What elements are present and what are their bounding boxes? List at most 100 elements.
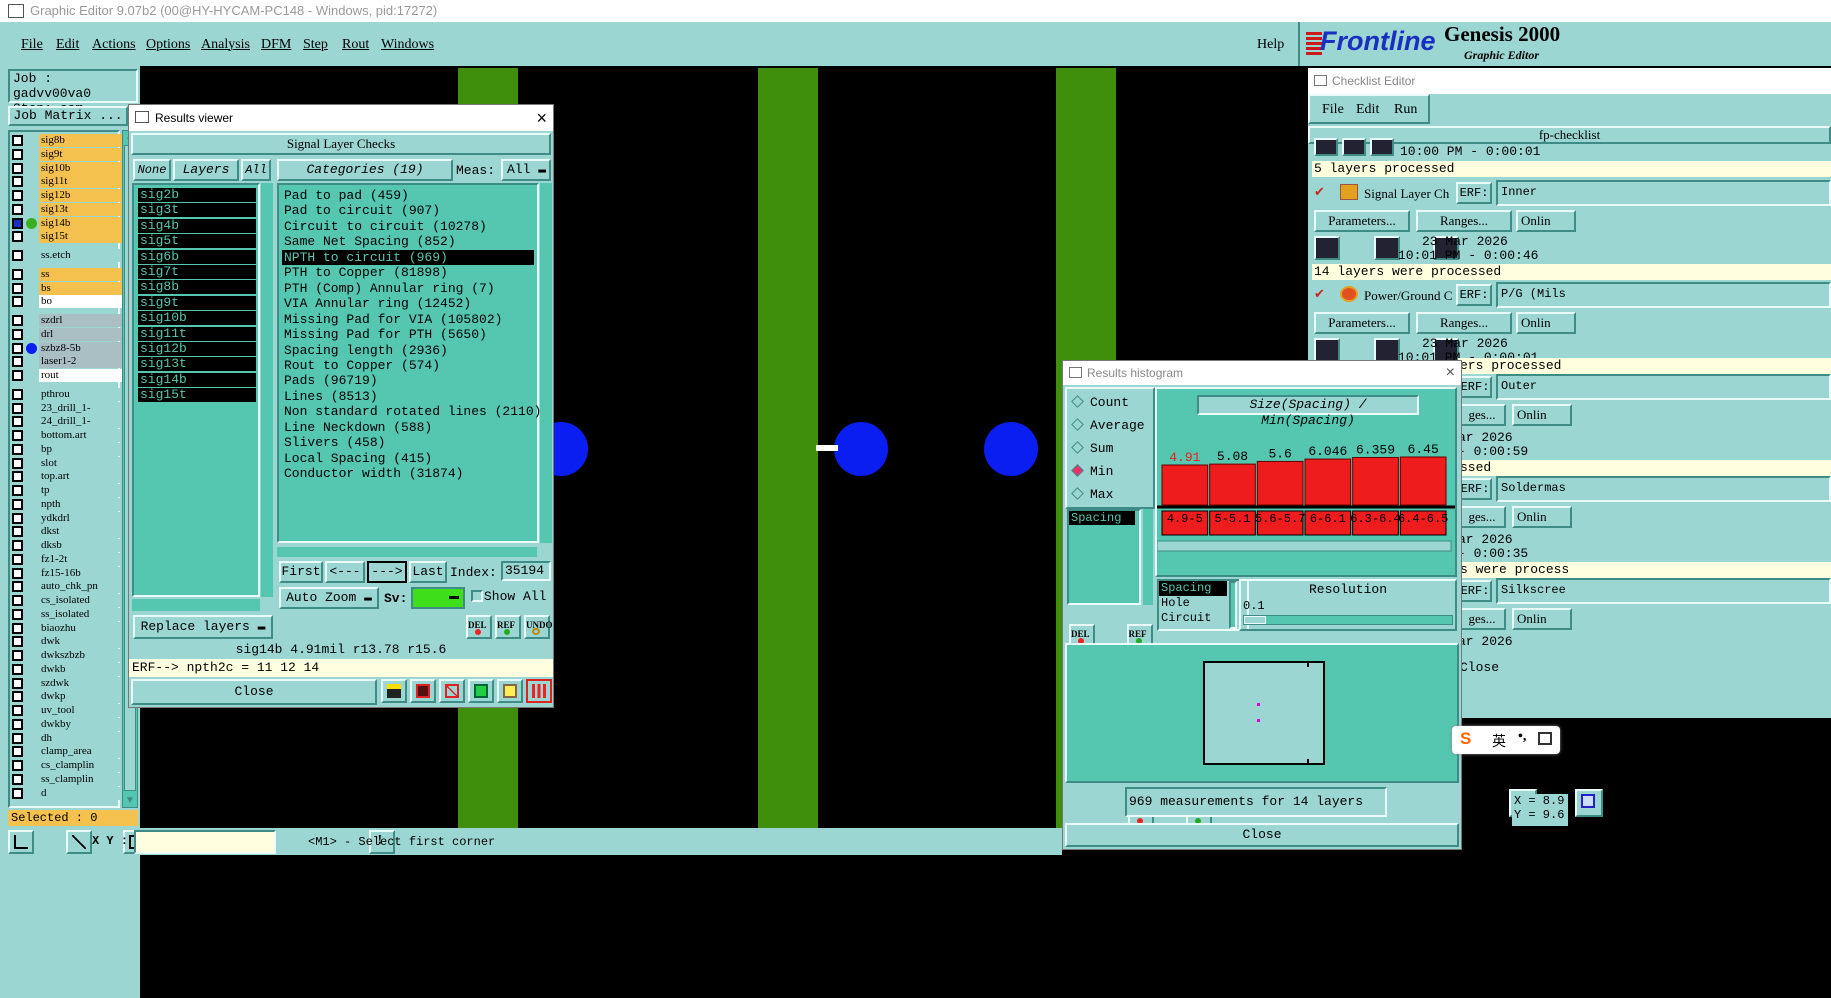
ime-lang[interactable]: 英 — [1492, 731, 1506, 751]
category-item[interactable]: Rout to Copper (574) — [282, 358, 440, 373]
result-layer-item[interactable]: sig12b — [138, 342, 256, 356]
layer-checkbox[interactable] — [12, 595, 23, 606]
result-layer-item[interactable]: sig2b — [138, 188, 256, 202]
result-layer-item[interactable]: sig7t — [138, 265, 256, 279]
layer-checkbox[interactable] — [12, 416, 23, 428]
clear-icon[interactable] — [439, 679, 465, 703]
report-icon[interactable] — [468, 679, 494, 703]
category-scrollbar[interactable] — [540, 183, 552, 543]
layer-checkbox[interactable] — [12, 217, 23, 229]
result-layer-item[interactable]: sig3t — [138, 203, 256, 218]
layer-checkbox[interactable] — [12, 370, 23, 381]
menu-file[interactable]: File — [21, 37, 43, 53]
close-icon[interactable]: × — [1446, 361, 1455, 385]
layer-checkbox[interactable] — [12, 608, 23, 620]
del-button[interactable]: DEL — [466, 615, 492, 639]
result-layer-item[interactable]: sig13t — [138, 357, 256, 372]
sv-color-select[interactable]: ▬ — [411, 587, 465, 609]
layer-checkbox[interactable] — [12, 430, 23, 441]
result-layer-item[interactable]: sig10b — [138, 311, 256, 326]
mode-radio-sum[interactable]: Sum — [1071, 441, 1113, 459]
category-item[interactable]: Circuit to circuit (10278) — [282, 219, 487, 234]
undo-button[interactable]: UNDO — [524, 615, 553, 639]
mode-radio-count[interactable]: Count — [1071, 395, 1129, 413]
measure-icon[interactable] — [65, 830, 92, 854]
category-item[interactable]: Missing Pad for VIA (105802) — [282, 312, 502, 327]
category-item[interactable]: Conductor width (31874) — [282, 466, 463, 481]
category-item[interactable]: Line Neckdown (588) — [282, 420, 432, 435]
category-item[interactable]: Lines (8513) — [282, 389, 378, 404]
resolution-slider[interactable] — [1243, 615, 1453, 625]
result-layer-item[interactable]: sig15t — [138, 388, 256, 403]
keyboard-icon[interactable] — [1538, 732, 1552, 745]
job-matrix-button[interactable]: Job Matrix ... — [8, 106, 128, 126]
layer-checkbox[interactable] — [12, 315, 23, 326]
layers-button[interactable]: Layers — [173, 159, 239, 181]
histogram-bar[interactable] — [1399, 456, 1447, 506]
layer-checkbox[interactable] — [12, 485, 23, 496]
menu-actions[interactable]: Actions — [92, 37, 136, 53]
ck-frag-ranges[interactable]: ges... — [1458, 506, 1506, 528]
category-item[interactable]: Pad to pad (459) — [282, 188, 409, 203]
run-icon[interactable] — [1373, 236, 1400, 260]
histogram-bar[interactable] — [1304, 458, 1352, 506]
layer-checkbox[interactable] — [12, 760, 23, 771]
ck-frag-erf[interactable]: ERF: — [1458, 478, 1492, 500]
resolution-slider-thumb[interactable] — [1244, 616, 1266, 624]
category-item[interactable]: PTH to Copper (81898) — [282, 265, 448, 280]
histogram-bar[interactable] — [1209, 463, 1256, 506]
result-layer-scrollbar[interactable] — [261, 183, 273, 597]
mode-radio-average[interactable]: Average — [1071, 418, 1145, 436]
layer-checkbox[interactable] — [12, 250, 23, 261]
menu-analysis[interactable]: Analysis — [201, 37, 250, 53]
ck-row2-erf-value[interactable]: P/G (Mils — [1496, 282, 1831, 308]
menu-help[interactable]: Help — [1257, 37, 1284, 53]
layer-checkbox[interactable] — [12, 296, 23, 308]
menu-options[interactable]: Options — [146, 37, 190, 53]
ck-menu-run[interactable]: Run — [1394, 102, 1417, 118]
result-layer-item[interactable]: sig9t — [138, 295, 256, 310]
layer-checkbox[interactable] — [12, 402, 23, 414]
layer-checkbox[interactable] — [12, 231, 23, 243]
ck-menu-edit[interactable]: Edit — [1356, 102, 1379, 118]
menu-rout[interactable]: Rout — [342, 37, 369, 53]
category-hscroll[interactable] — [277, 547, 537, 557]
field-list-item[interactable]: Spacing — [1069, 511, 1135, 525]
layer-checkbox[interactable] — [12, 443, 23, 455]
rv-close-button[interactable]: Close — [131, 679, 377, 705]
result-layer-item[interactable]: sig4b — [138, 218, 256, 233]
mode-radio-min[interactable]: Min — [1071, 464, 1113, 482]
category-item[interactable]: Spacing length (2936) — [282, 343, 448, 358]
ime-toolbar[interactable]: S 英 •, — [1452, 726, 1560, 754]
layer-checkbox[interactable] — [12, 135, 23, 146]
meas-select[interactable]: All ▬ — [501, 159, 551, 181]
histogram-bar[interactable] — [1352, 456, 1399, 506]
layer-checkbox[interactable] — [12, 190, 23, 201]
prev-button[interactable]: <--- — [325, 561, 365, 583]
layer-checkbox[interactable] — [12, 342, 23, 354]
ck-row2-ranges[interactable]: Ranges... — [1416, 312, 1512, 334]
layer-checkbox[interactable] — [12, 567, 23, 579]
ck-row1-erf-value[interactable]: Inner — [1496, 180, 1831, 206]
chart-options-icon[interactable] — [1574, 789, 1603, 817]
menu-windows[interactable]: Windows — [381, 37, 434, 53]
ck-menu-file[interactable]: File — [1322, 102, 1344, 118]
run-icon[interactable] — [1314, 338, 1340, 362]
layer-checkbox[interactable] — [12, 553, 23, 565]
punct-icon[interactable]: •, — [1518, 729, 1526, 745]
result-layer-item[interactable]: sig11t — [138, 326, 256, 341]
layer-checkbox[interactable] — [12, 787, 23, 799]
result-layer-item[interactable]: sig5t — [138, 234, 256, 249]
type-list-scrollbar[interactable] — [1229, 581, 1237, 629]
run-icon[interactable] — [1370, 138, 1394, 156]
type-item-spacing[interactable]: Spacing — [1159, 581, 1227, 596]
layer-checkbox[interactable] — [12, 356, 23, 368]
scroll-down-icon[interactable]: ▼ — [124, 795, 136, 807]
ck-frag-erf-value[interactable]: Soldermas — [1496, 476, 1831, 502]
categories-button[interactable]: Categories (19) — [277, 159, 453, 181]
layer-checkbox[interactable] — [12, 388, 23, 400]
next-button[interactable]: ---> — [367, 561, 407, 583]
layer-checkbox[interactable] — [12, 705, 23, 716]
ck-row2-params[interactable]: Parameters... — [1314, 312, 1410, 334]
check-mark-icon[interactable]: ✔ — [1314, 286, 1325, 302]
